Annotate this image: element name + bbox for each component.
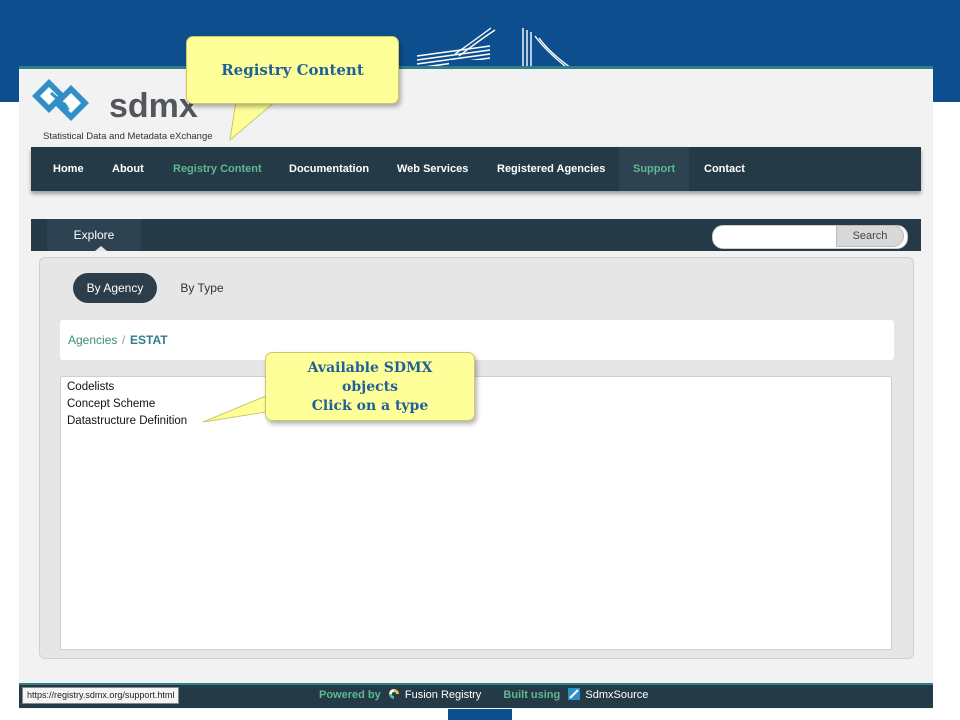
browser-screenshot: sdmx Statistical Data and Metadata eXcha… xyxy=(19,66,933,709)
callout-line-3: Click on a type xyxy=(311,398,429,414)
sdmxsource-icon xyxy=(568,688,581,700)
tab-explore[interactable]: Explore xyxy=(47,219,141,251)
breadcrumb-agencies-link[interactable]: Agencies xyxy=(68,320,117,360)
list-item-concept-scheme[interactable]: Concept Scheme xyxy=(67,398,155,410)
list-item-codelists[interactable]: Codelists xyxy=(67,381,114,393)
nav-documentation[interactable]: Documentation xyxy=(289,147,369,191)
built-using-label: Built using xyxy=(503,689,561,701)
nav-support[interactable]: Support xyxy=(619,147,690,191)
powered-by-line: Powered by Fusion Registry Built using S… xyxy=(319,685,648,706)
nav-contact[interactable]: Contact xyxy=(704,147,745,191)
main-nav: Home About Registry Content Documentatio… xyxy=(31,147,921,191)
nav-about[interactable]: About xyxy=(112,147,144,191)
sdmxsource-link[interactable]: SdmxSource xyxy=(585,689,648,701)
nav-registry-content[interactable]: Registry Content xyxy=(173,147,262,191)
callout-line-1: Available SDMX xyxy=(307,360,433,376)
sdmx-diamond-icon xyxy=(32,79,89,121)
fusion-registry-icon xyxy=(388,689,399,699)
breadcrumb-current: ESTAT xyxy=(130,333,168,347)
tab-active-caret xyxy=(95,246,107,251)
filter-by-agency[interactable]: By Agency xyxy=(73,273,157,303)
breadcrumb: Agencies / ESTAT xyxy=(60,320,894,360)
breadcrumb-separator: / xyxy=(122,333,126,347)
nav-home[interactable]: Home xyxy=(53,147,84,191)
explore-toolbar: Explore Search xyxy=(31,219,921,251)
logo-wordmark: sdmx xyxy=(109,87,198,125)
callout-registry-content-text: Registry Content xyxy=(221,61,364,79)
eu-building-logo xyxy=(416,27,572,70)
logo-tagline: Statistical Data and Metadata eXchange xyxy=(43,131,213,142)
callout-line-2: objects xyxy=(342,379,398,395)
search-button[interactable]: Search xyxy=(836,225,904,247)
site-footer: https://registry.sdmx.org/support.html P… xyxy=(19,683,933,708)
filter-by-type[interactable]: By Type xyxy=(172,273,232,303)
fusion-registry-link[interactable]: Fusion Registry xyxy=(405,689,481,701)
sdmx-logo[interactable]: sdmx Statistical Data and Metadata eXcha… xyxy=(31,77,213,142)
explore-panel: By Agency By Type Agencies / ESTAT Codel… xyxy=(39,257,914,659)
nav-web-services[interactable]: Web Services xyxy=(397,147,468,191)
callout-available-objects: Available SDMX objects Click on a type xyxy=(265,352,475,421)
nav-registered-agencies[interactable]: Registered Agencies xyxy=(497,147,605,191)
callout-registry-content: Registry Content xyxy=(186,36,399,104)
object-type-list: Codelists Concept Scheme Datastructure D… xyxy=(60,376,892,650)
browser-status-url: https://registry.sdmx.org/support.html xyxy=(22,687,180,704)
list-item-datastructure-definition[interactable]: Datastructure Definition xyxy=(67,415,187,427)
powered-by-label: Powered by xyxy=(319,689,381,701)
